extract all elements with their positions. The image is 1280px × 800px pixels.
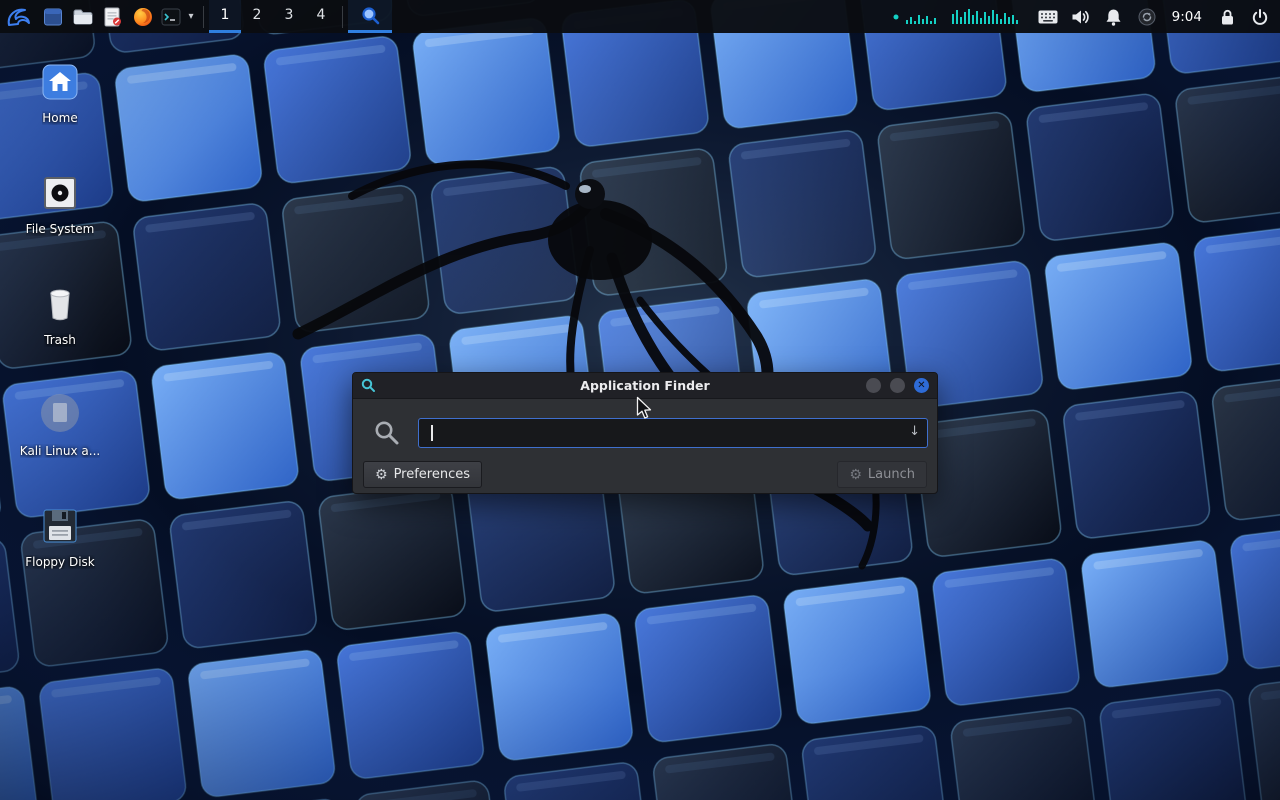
workspace-4-button[interactable]: 4: [305, 0, 337, 33]
search-field-wrap: ↓: [418, 418, 928, 448]
bell-icon: [1105, 8, 1122, 26]
document-pen-icon: [104, 7, 122, 27]
volume-control[interactable]: [1071, 0, 1091, 33]
update-circle-icon: [1138, 8, 1156, 26]
firefox-icon: [133, 7, 153, 27]
workspace-2-button[interactable]: 2: [241, 0, 273, 33]
desktop-icon-label: Kali Linux a...: [20, 444, 100, 458]
panel-launchers: ▾ 1 2 3 4: [0, 0, 392, 33]
kali-docs-icon: [38, 383, 82, 435]
power-icon: [1251, 8, 1269, 26]
button-row: ⚙ Preferences ⚙ Launch: [353, 461, 937, 489]
close-icon: ✕: [917, 381, 925, 391]
window-controls: ✕: [866, 378, 929, 393]
lock-icon: [1219, 8, 1236, 26]
desktop-icon-label: Home: [42, 111, 77, 125]
floppy-disk-icon: [40, 494, 80, 546]
files-launcher[interactable]: [68, 0, 98, 33]
updates-applet[interactable]: [1137, 0, 1157, 33]
desktop-icon-floppy-disk[interactable]: Floppy Disk: [12, 494, 108, 569]
desktop-icon-label: Floppy Disk: [25, 555, 95, 569]
window-icon: [43, 7, 63, 27]
keyboard-indicator[interactable]: [1038, 0, 1058, 33]
desktop-icon-trash[interactable]: Trash: [12, 272, 108, 347]
desktop-icon-column: Home File System Trash Kali Linu: [12, 50, 108, 605]
terminal-icon: [161, 7, 181, 27]
minimize-button[interactable]: [866, 378, 881, 393]
speaker-icon: [1071, 8, 1090, 26]
workspace-1-button[interactable]: 1: [209, 0, 241, 33]
keyboard-icon: [1038, 10, 1058, 24]
desktop-icon-kali-docs[interactable]: Kali Linux a...: [12, 383, 108, 458]
folder-icon: [73, 9, 93, 25]
clock[interactable]: 9:04: [1170, 9, 1204, 25]
search-icon: [361, 6, 380, 25]
notifications[interactable]: [1104, 0, 1124, 33]
application-finder-window: Application Finder ✕ ↓ ⚙ Preferences ⚙ L…: [352, 372, 938, 494]
titlebar[interactable]: Application Finder ✕: [353, 373, 937, 399]
gear-icon: ⚙: [375, 468, 388, 482]
top-panel: ▾ 1 2 3 4: [0, 0, 1280, 33]
window-title: Application Finder: [353, 378, 937, 393]
launch-button[interactable]: ⚙ Launch: [837, 461, 927, 488]
audio-visualizer: [893, 6, 1025, 28]
terminal-launcher[interactable]: [158, 0, 184, 33]
window-search-icon: [361, 378, 376, 393]
launch-gear-icon: ⚙: [849, 468, 862, 482]
system-tray: 9:04: [893, 0, 1280, 33]
panel-separator: [203, 6, 204, 28]
launch-label: Launch: [868, 467, 915, 482]
desktop-icon-file-system[interactable]: File System: [12, 161, 108, 236]
search-icon: [373, 419, 401, 451]
applications-menu-button[interactable]: [0, 0, 38, 33]
workspace-3-button[interactable]: 3: [273, 0, 305, 33]
maximize-button[interactable]: [890, 378, 905, 393]
trash-icon: [40, 272, 80, 324]
file-manager-launcher[interactable]: [38, 0, 68, 33]
preferences-label: Preferences: [394, 467, 470, 482]
text-caret: [431, 425, 433, 441]
close-button[interactable]: ✕: [914, 378, 929, 393]
taskbar-application-finder[interactable]: [348, 0, 392, 33]
firefox-launcher[interactable]: [128, 0, 158, 33]
desktop-icon-label: Trash: [44, 333, 76, 347]
file-system-icon: [40, 161, 80, 213]
panel-separator: [342, 6, 343, 28]
desktop-icon-home[interactable]: Home: [12, 50, 108, 125]
chevron-down-icon[interactable]: ▾: [184, 11, 198, 22]
kali-logo-icon: [6, 6, 32, 28]
session-logout[interactable]: [1250, 0, 1270, 33]
preferences-button[interactable]: ⚙ Preferences: [363, 461, 482, 488]
desktop-icon-label: File System: [26, 222, 95, 236]
screen-lock[interactable]: [1217, 0, 1237, 33]
search-input[interactable]: [418, 418, 928, 448]
home-icon: [40, 50, 80, 102]
text-editor-launcher[interactable]: [98, 0, 128, 33]
